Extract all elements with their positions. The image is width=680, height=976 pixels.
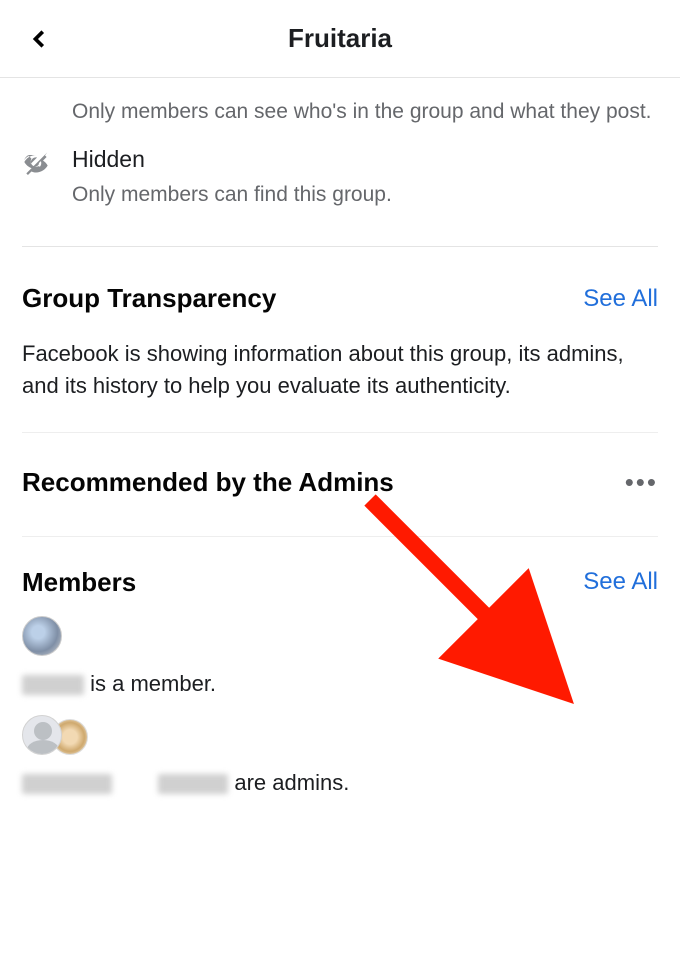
members-title: Members [22,567,136,598]
hidden-icon [22,146,72,211]
transparency-header: Group Transparency See All [22,247,658,314]
redacted-name [22,774,112,794]
header-bar: Fruitaria [0,0,680,78]
member-suffix-2: are admins. [228,770,349,795]
redacted-name [22,675,84,695]
chevron-left-icon [29,28,51,50]
transparency-see-all[interactable]: See All [583,285,658,313]
hidden-title: Hidden [72,146,658,173]
hidden-desc: Only members can find this group. [72,179,658,211]
recommended-header: Recommended by the Admins ••• [22,433,658,506]
privacy-prev-desc: Only members can see who's in the group … [72,78,658,128]
more-icon[interactable]: ••• [625,467,658,498]
redacted-name [158,774,228,794]
members-see-all[interactable]: See All [583,568,658,596]
privacy-hidden-row: Hidden Only members can find this group. [22,128,658,211]
avatar[interactable] [22,616,62,656]
member-row-2: are admins. [22,697,658,796]
page-title: Fruitaria [0,23,680,54]
back-button[interactable] [18,17,62,61]
members-header: Members See All [22,537,658,598]
transparency-title: Group Transparency [22,283,276,314]
member-suffix-1: is a member. [84,671,216,696]
recommended-title: Recommended by the Admins [22,467,394,498]
transparency-body: Facebook is showing information about th… [22,314,658,402]
avatar[interactable] [22,715,62,755]
member-row-1: is a member. [22,598,658,697]
